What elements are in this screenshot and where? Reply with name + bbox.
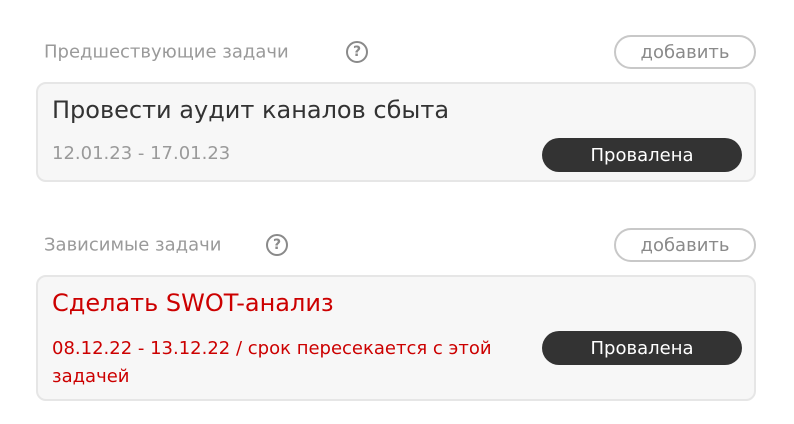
dependent-task-title[interactable]: Сделать SWOT-анализ [52,289,334,317]
dependent-task-date-conflict: 08.12.22 - 13.12.22 / срок пересекается … [52,338,492,387]
predecessor-task-title[interactable]: Провести аудит каналов сбыта [52,96,449,124]
predecessor-task-dates: 12.01.23 - 17.01.23 [52,143,231,164]
dependent-status-badge[interactable]: Провалена [542,331,742,365]
add-dependent-button[interactable]: добавить [614,228,756,262]
question-circle-icon[interactable]: ? [346,41,368,63]
predecessors-title: Предшествующие задачи [44,41,289,63]
predecessor-task-card[interactable]: Провести аудит каналов сбыта 12.01.23 - … [36,82,756,182]
predecessors-header: Предшествующие задачи ? добавить [44,35,756,69]
question-circle-icon[interactable]: ? [266,234,288,256]
dependent-task-card[interactable]: Сделать SWOT-анализ 08.12.22 - 13.12.22 … [36,275,756,401]
dependents-header: Зависимые задачи ? добавить [44,228,756,262]
dependents-title: Зависимые задачи [44,234,222,256]
predecessor-status-badge[interactable]: Провалена [542,138,742,172]
add-predecessor-button[interactable]: добавить [614,35,756,69]
